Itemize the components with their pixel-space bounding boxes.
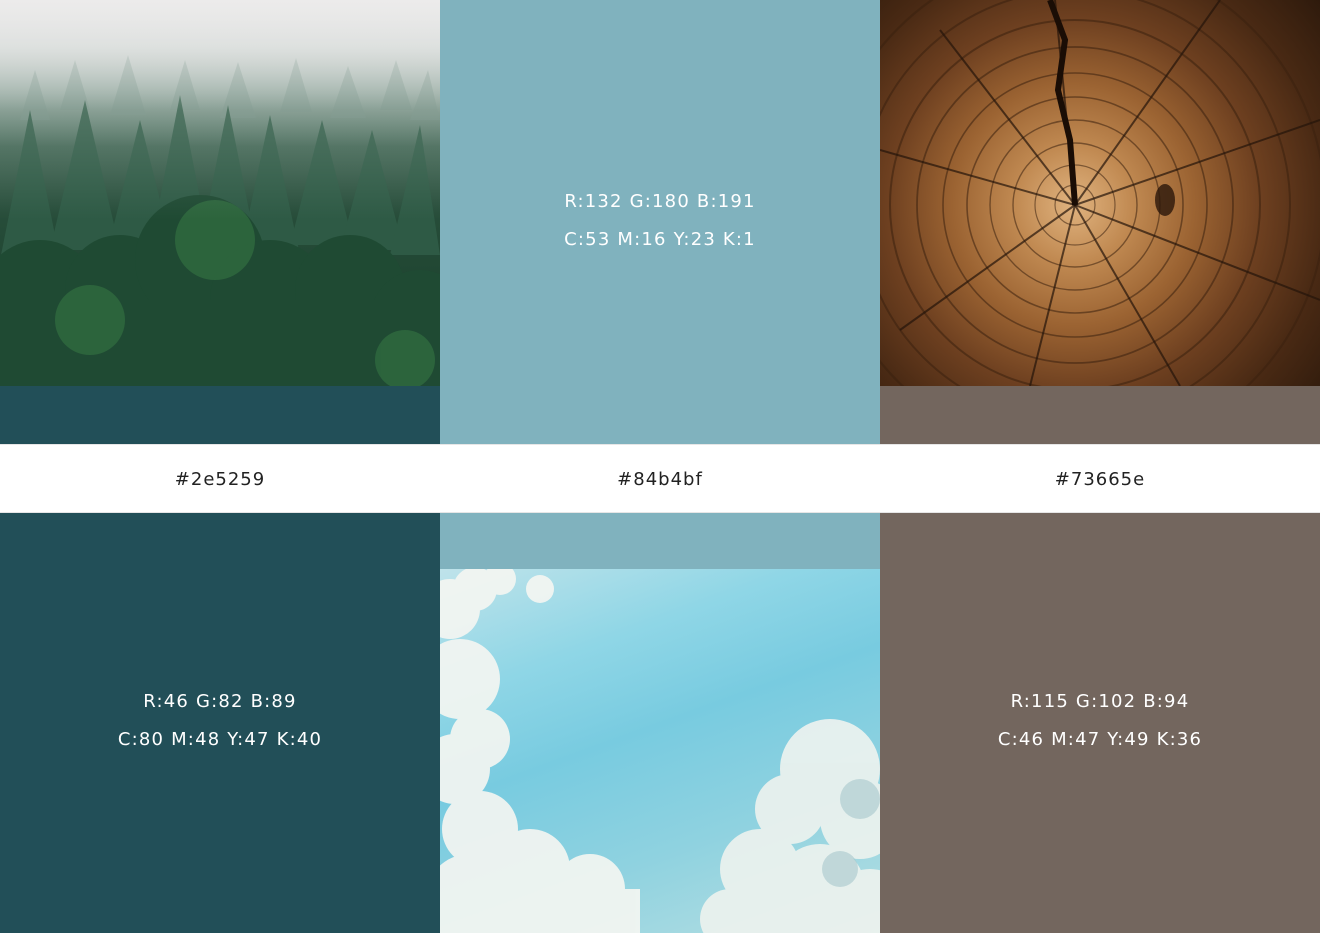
wood-photo <box>880 0 1320 386</box>
swatch-values-light-blue: R:132 G:180 B:191 C:53 M:16 Y:23 K:1 <box>440 183 880 259</box>
hex-code-dark-teal: #2e5259 <box>174 469 266 490</box>
forest-trees-illustration <box>0 0 440 386</box>
forest-photo <box>0 0 440 386</box>
cmyk-values: C:46 M:47 Y:49 K:36 <box>997 729 1203 750</box>
hex-label-strip: #2e5259 #84b4bf #73665e <box>0 444 1320 513</box>
tree-rings-illustration <box>880 0 1320 386</box>
clouds-illustration <box>440 569 880 933</box>
cmyk-values: C:53 M:16 Y:23 K:1 <box>564 229 756 250</box>
swatch-values-dark-teal: R:46 G:82 B:89 C:80 M:48 Y:47 K:40 <box>0 683 440 759</box>
rgb-values: R:46 G:82 B:89 <box>143 691 297 712</box>
sky-photo <box>440 569 880 933</box>
hex-code-taupe: #73665e <box>1054 469 1146 490</box>
rgb-values: R:132 G:180 B:191 <box>564 191 756 212</box>
rgb-values: R:115 G:102 B:94 <box>1010 691 1190 712</box>
swatch-values-taupe: R:115 G:102 B:94 C:46 M:47 Y:49 K:36 <box>880 683 1320 759</box>
cmyk-values: C:80 M:48 Y:47 K:40 <box>117 729 323 750</box>
hex-code-light-blue: #84b4bf <box>617 469 703 490</box>
